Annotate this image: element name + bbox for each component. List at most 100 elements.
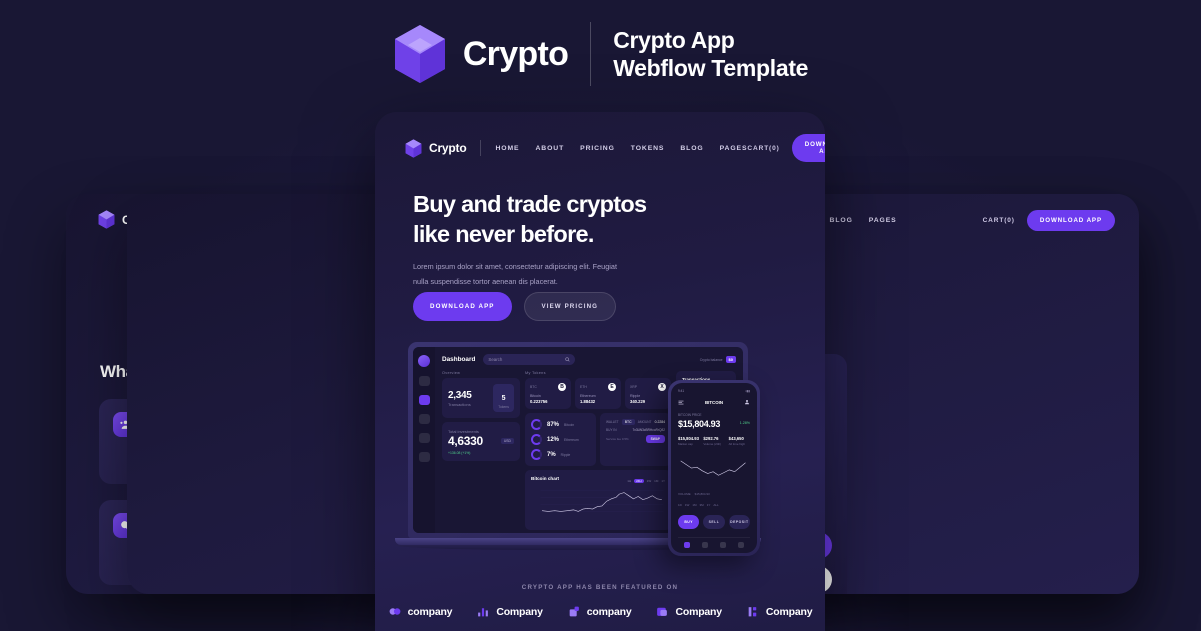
swap-from-label: WALLET — [606, 420, 619, 424]
nav-link-blog[interactable]: BLOG — [830, 217, 853, 224]
home-nav-actions: CART(0) DOWNLOAD APP — [747, 134, 825, 162]
overview-label: Overview — [442, 371, 461, 375]
phone-range-3m[interactable]: 3M — [700, 503, 704, 507]
chart-range-1w[interactable]: 1W — [647, 479, 652, 483]
phone-stat-label: All time high — [728, 442, 745, 446]
phone-range-1y[interactable]: 1Y — [707, 503, 711, 507]
coin-value: 0.223756 — [530, 399, 548, 404]
cube-logo-icon — [98, 210, 115, 229]
phone-buy-button[interactable]: BUY — [678, 515, 700, 529]
dashboard-column-mid: My Tokens BTC B Bitcoin 0.223756 ETH E E… — [525, 371, 671, 533]
nav-link-pages[interactable]: PAGES — [720, 145, 748, 152]
home-heading-line2: like never before. — [413, 220, 594, 247]
nav-link-tokens[interactable]: TOKENS — [631, 145, 665, 152]
phone-nav-chart-icon[interactable] — [702, 542, 708, 548]
dashboard-search-input[interactable]: Search — [483, 354, 576, 365]
home-heading-line1: Buy and trade cryptos — [413, 191, 647, 217]
ethereum-icon: E — [608, 383, 616, 391]
company-blob-icon — [389, 608, 401, 615]
cart-indicator[interactable]: CART(0) — [983, 217, 1015, 224]
company-dots-icon — [748, 607, 757, 617]
phone-stat: $43,650 All time high — [729, 436, 750, 446]
device-mockup: Dashboard Search Crypto balance $0 Overv… — [395, 342, 803, 577]
download-app-button[interactable]: DOWNLOAD APP — [791, 134, 825, 162]
phone-nav-home-icon[interactable] — [684, 542, 690, 548]
swap-note: Service fee 0.5% — [606, 437, 629, 441]
featured-logo-row: company Company company Company Company — [375, 605, 825, 618]
phone-legend-label: VOLUME — [678, 492, 691, 496]
coin-name: Ethereum — [580, 394, 596, 398]
sidebar-icon-cards[interactable] — [418, 433, 430, 443]
home-subtitle: Lorem ipsum dolor sit amet, consectetur … — [413, 260, 653, 290]
chart-range-1y[interactable]: 1Y — [661, 479, 665, 483]
company-logo: Company — [476, 605, 543, 618]
bitcoin-icon: B — [558, 383, 566, 391]
nav-link-blog[interactable]: BLOG — [680, 145, 703, 152]
phone-deposit-button[interactable]: DEPOSIT — [728, 515, 750, 529]
coin-name: Ripple — [630, 394, 641, 398]
phone-stat-value: $292.76 — [703, 436, 719, 441]
cube-logo-icon — [394, 25, 445, 83]
balance-value: $0 — [725, 356, 736, 363]
chart-range-1m[interactable]: 1M — [654, 479, 658, 483]
swap-button[interactable]: SWAP — [645, 435, 665, 443]
phone-stat-value: $43,650 — [728, 436, 744, 441]
swap-panel: WALLET BTC AMOUNT 0.2284 BUY IN 7x3LW3cB… — [600, 413, 671, 466]
coin-tag: XRP — [630, 385, 637, 389]
company-square-icon — [569, 606, 579, 617]
swap-from-value[interactable]: BTC — [621, 419, 635, 425]
investment-unit: USD — [500, 438, 514, 444]
phone-sell-button[interactable]: SELL — [703, 515, 725, 529]
header-title: Crypto App Webflow Template — [613, 26, 808, 83]
tokens-count: 5 — [501, 395, 506, 402]
sidebar-icon-home[interactable] — [418, 376, 430, 386]
status-icons: ▪▮▮ — [745, 389, 750, 393]
dashboard-sidebar — [413, 347, 435, 533]
chart-range-24h[interactable]: 24H — [634, 478, 644, 483]
phone-range-1m[interactable]: 1M — [692, 503, 696, 507]
coin-tag: BTC — [530, 385, 537, 389]
nav-link-home[interactable]: HOME — [495, 145, 519, 152]
view-pricing-cta[interactable]: VIEW PRICING — [523, 292, 617, 321]
user-icon[interactable] — [744, 399, 750, 405]
phone-nav-profile-icon[interactable] — [738, 542, 744, 548]
menu-icon[interactable] — [678, 400, 684, 405]
phone-stat-label: Market cap — [678, 442, 693, 446]
nav-link-pages[interactable]: PAGES — [869, 217, 897, 224]
home-nav-logo[interactable]: Crypto — [405, 138, 467, 158]
coin-card[interactable]: XRP X Ripple 340.229 — [625, 378, 671, 409]
coin-card[interactable]: ETH E Ethereum 1.88432 — [575, 378, 621, 409]
search-icon — [565, 357, 570, 362]
sidebar-icon-wallet[interactable] — [418, 395, 430, 405]
nav-link-pricing[interactable]: PRICING — [580, 145, 615, 152]
phone-range-1w[interactable]: 1W — [685, 503, 690, 507]
transactions-label: Transactions — [448, 401, 471, 407]
allocation-label: Bitcoin — [564, 422, 575, 427]
company-name: Company — [496, 605, 543, 618]
cart-indicator[interactable]: CART(0) — [747, 145, 779, 152]
allocation-label: Ethereum — [564, 437, 579, 442]
progress-ring-icon — [531, 434, 542, 445]
phone-change: 1.28% — [739, 421, 750, 425]
company-name: Company — [765, 605, 813, 618]
sidebar-icon-chart[interactable] — [418, 414, 430, 424]
cube-logo-icon — [405, 138, 422, 158]
chart-range-1h[interactable]: 1H — [627, 479, 631, 483]
progress-ring-icon — [531, 449, 542, 460]
company-logo: company — [388, 605, 453, 618]
phone-nav-wallet-icon[interactable] — [720, 542, 726, 548]
sidebar-icon-settings[interactable] — [418, 452, 430, 462]
allocation-row: 12% Ethereum — [531, 434, 590, 445]
nav-link-about[interactable]: ABOUT — [535, 145, 564, 152]
nav-divider — [480, 140, 482, 156]
download-app-cta[interactable]: DOWNLOAD APP — [413, 292, 512, 321]
phone-range-all[interactable]: ALL — [713, 503, 718, 507]
phone-range-1d[interactable]: 1D — [678, 503, 682, 507]
company-logo: Company — [746, 605, 813, 618]
home-subtitle-line1: Lorem ipsum dolor sit amet, consectetur … — [413, 262, 618, 271]
header-title-line1: Crypto App — [613, 26, 735, 53]
investment-panel: Total investments 4,6330 USD +136.08 (+1… — [442, 422, 520, 461]
home-page-card[interactable]: Crypto HOME ABOUT PRICING TOKENS BLOG PA… — [375, 112, 825, 631]
phone-price: $15,804.93 — [678, 419, 721, 429]
coin-card[interactable]: BTC B Bitcoin 0.223756 — [525, 378, 571, 409]
